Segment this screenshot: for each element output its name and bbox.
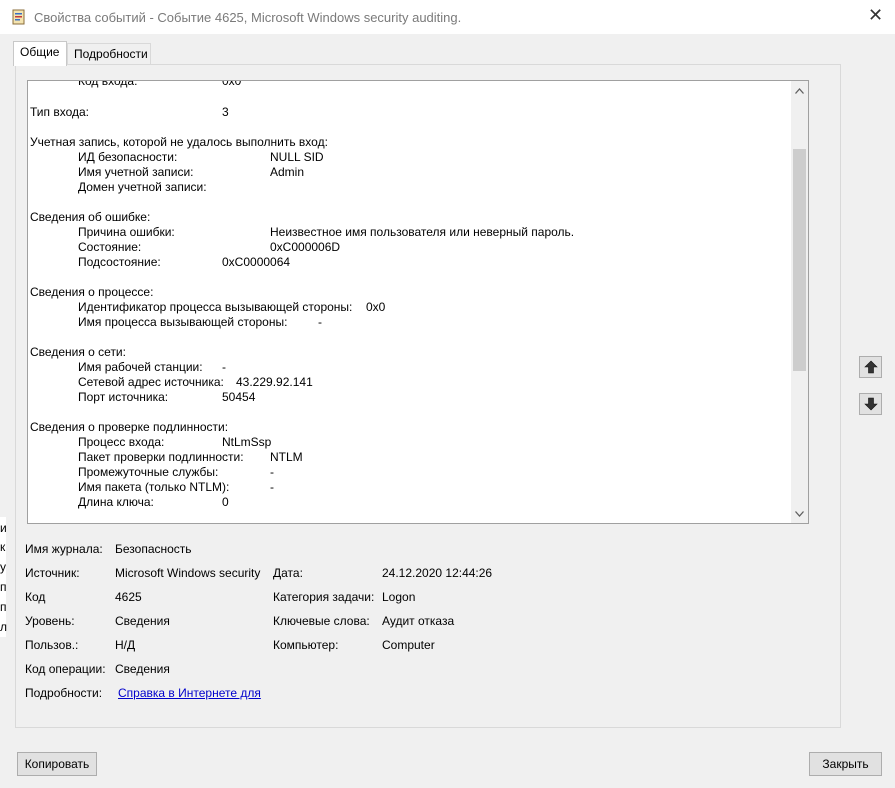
computer-label: Компьютер: xyxy=(273,638,339,652)
arrow-down-icon xyxy=(864,397,878,411)
bg-char: и xyxy=(0,521,7,535)
desc-value: Неизвестное имя пользователя или неверны… xyxy=(270,225,575,239)
source-label: Источник: xyxy=(25,566,80,580)
desc-label: Промежуточные службы: xyxy=(78,465,219,479)
bg-char: к xyxy=(0,540,6,554)
bg-char: п xyxy=(0,580,7,594)
event-viewer-icon xyxy=(12,9,25,25)
desc-section-heading: Учетная запись, которой не удалось выпол… xyxy=(30,135,328,149)
desc-label: Порт источника: xyxy=(78,390,169,404)
desc-value: - xyxy=(222,360,226,374)
desc-label: Имя пакета (только NTLM): xyxy=(78,480,230,494)
desc-label: Подсостояние: xyxy=(78,255,161,269)
desc-label: Идентификатор процесса вызывающей сторон… xyxy=(78,300,353,314)
desc-label: Длина ключа: xyxy=(78,495,154,509)
scroll-up-icon[interactable] xyxy=(791,83,808,100)
desc-value: - xyxy=(270,465,274,479)
log-name-value: Безопасность xyxy=(115,542,192,556)
scrollbar-thumb[interactable] xyxy=(793,149,806,371)
log-name-label: Имя журнала: xyxy=(25,542,103,556)
tab-general[interactable]: Общие xyxy=(13,41,67,66)
desc-value: NTLM xyxy=(270,450,303,464)
desc-value: 50454 xyxy=(222,390,256,404)
desc-value: 0xC0000064 xyxy=(222,255,291,269)
desc-label: Причина ошибки: xyxy=(78,225,175,239)
online-help-link[interactable]: Справка в Интернете для xyxy=(118,685,261,701)
description-scrollbar[interactable] xyxy=(791,81,808,523)
desc-value: 3 xyxy=(222,105,229,119)
previous-event-button[interactable] xyxy=(859,356,882,378)
desc-label: ИД безопасности: xyxy=(78,150,178,164)
desc-value: Admin xyxy=(270,165,305,179)
desc-value: - xyxy=(318,315,322,329)
desc-label: Состояние: xyxy=(78,240,142,254)
logged-label: Дата: xyxy=(273,566,303,580)
event-id-label: Код xyxy=(25,590,46,604)
level-label: Уровень: xyxy=(25,614,75,628)
bg-char: л xyxy=(0,620,8,634)
desc-label: Пакет проверки подлинности: xyxy=(78,450,244,464)
desc-label: Имя процесса вызывающей стороны: xyxy=(78,315,288,329)
copy-button[interactable]: Копировать xyxy=(17,752,97,776)
desc-value: 0x0 xyxy=(366,300,386,314)
desc-label: Процесс входа: xyxy=(78,435,165,449)
opcode-value: Сведения xyxy=(115,662,170,676)
source-value: Microsoft Windows security xyxy=(115,566,261,580)
task-category-value: Logon xyxy=(382,590,416,604)
background-window-fragment: и к у п п л xyxy=(0,517,8,637)
desc-value: 43.229.92.141 xyxy=(236,375,313,389)
desc-label: Имя учетной записи: xyxy=(78,165,194,179)
desc-section-heading: Сведения о сети: xyxy=(30,345,126,359)
desc-section-heading: Сведения о процессе: xyxy=(30,285,154,299)
title-bar: Свойства событий - Событие 4625, Microso… xyxy=(0,0,895,34)
arrow-up-icon xyxy=(864,360,878,374)
user-value: Н/Д xyxy=(115,638,136,652)
desc-label: Имя рабочей станции: xyxy=(78,360,203,374)
logged-value: 24.12.2020 12:44:26 xyxy=(382,566,493,580)
window-title: Свойства событий - Событие 4625, Microso… xyxy=(34,10,462,25)
bg-char: п xyxy=(0,600,7,614)
computer-value: Computer xyxy=(382,638,435,652)
desc-label: Тип входа: xyxy=(30,105,89,119)
event-description-text: Код входа: 0x0 Тип входа: 3 Учетная запи… xyxy=(28,81,792,523)
level-value: Сведения xyxy=(115,614,170,628)
more-info-label: Подробности: xyxy=(25,686,103,700)
keywords-label: Ключевые слова: xyxy=(273,614,370,628)
desc-value: NULL SID xyxy=(270,150,324,164)
close-button[interactable]: Закрыть xyxy=(809,752,882,776)
desc-value: - xyxy=(270,480,274,494)
desc-value: 0 xyxy=(222,495,229,509)
desc-value: 0xC000006D xyxy=(270,240,341,254)
bg-char: у xyxy=(0,560,6,574)
close-window-icon[interactable]: ✕ xyxy=(868,5,883,26)
desc-section-heading: Сведения об ошибке: xyxy=(30,210,151,224)
desc-value: NtLmSsp xyxy=(222,435,272,449)
scroll-down-icon[interactable] xyxy=(791,506,808,523)
desc-label: Сетевой адрес источника: xyxy=(78,375,224,389)
desc-label: Код входа: xyxy=(78,81,138,88)
keywords-value: Аудит отказа xyxy=(382,614,455,628)
event-id-value: 4625 xyxy=(115,590,142,604)
opcode-label: Код операции: xyxy=(25,662,106,676)
task-category-label: Категория задачи: xyxy=(273,590,375,604)
user-label: Пользов.: xyxy=(25,638,79,652)
next-event-button[interactable] xyxy=(859,393,882,415)
desc-label: Домен учетной записи: xyxy=(78,180,207,194)
event-description-box[interactable]: Код входа: 0x0 Тип входа: 3 Учетная запи… xyxy=(27,80,809,524)
tab-details[interactable]: Подробности xyxy=(67,43,151,65)
desc-value: 0x0 xyxy=(222,81,242,88)
desc-section-heading: Сведения о проверке подлинности: xyxy=(30,420,229,434)
